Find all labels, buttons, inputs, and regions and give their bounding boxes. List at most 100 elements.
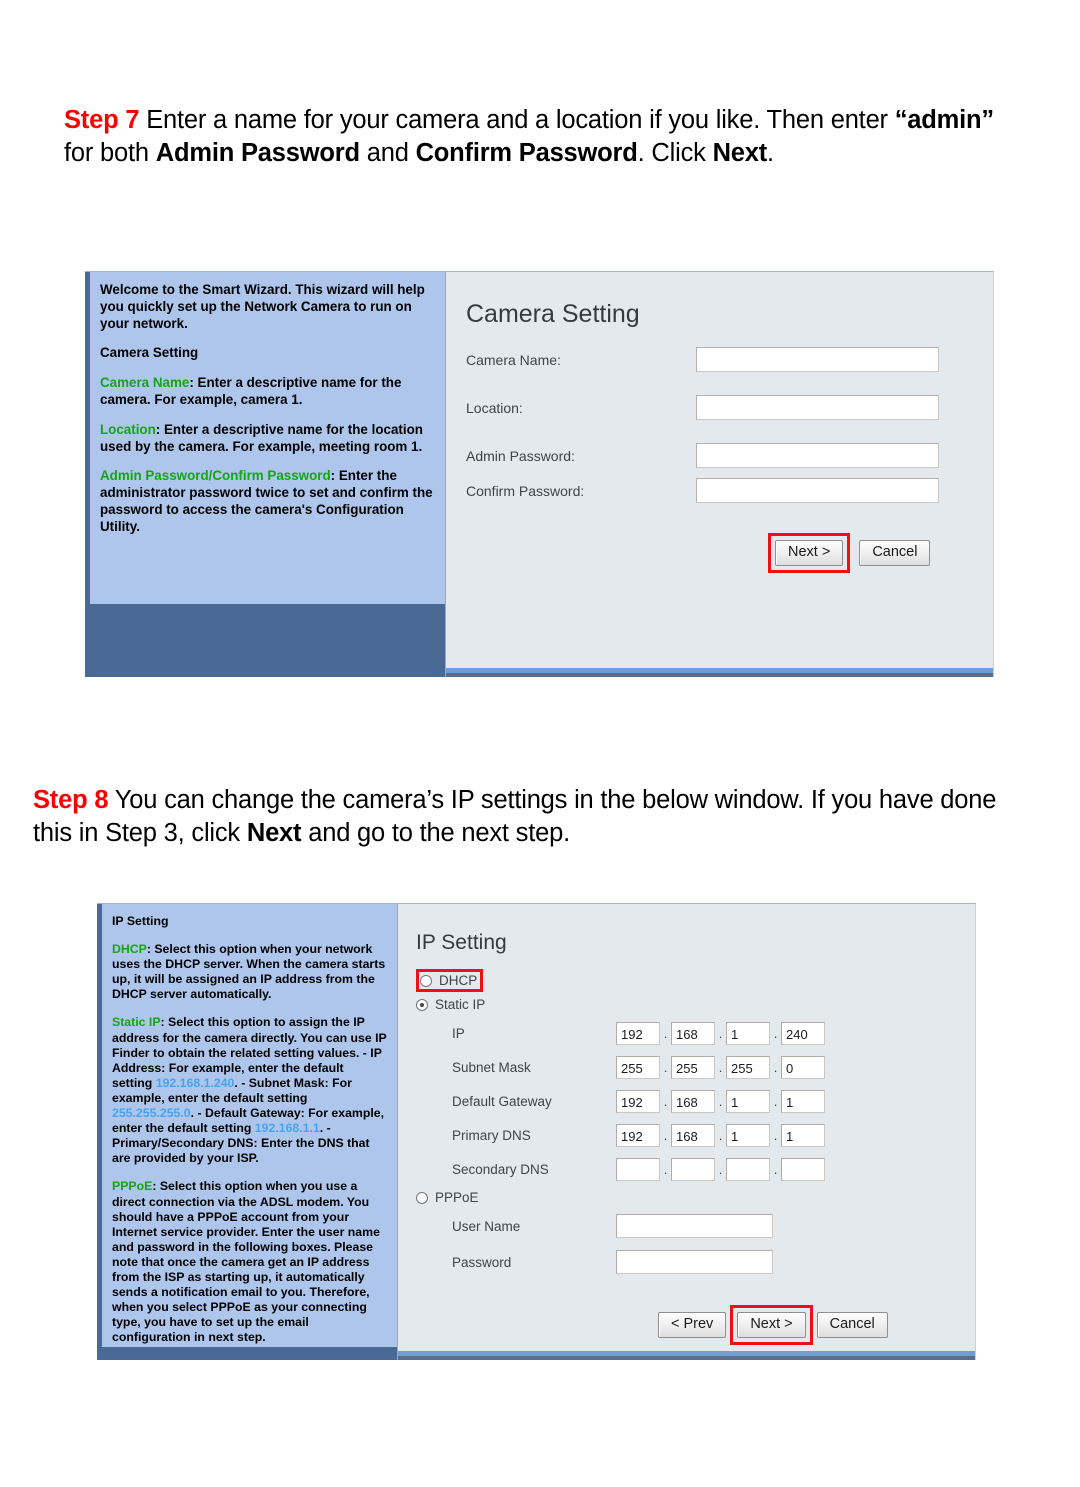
field-input[interactable] (696, 395, 939, 420)
ip-octet-group: 192. 168. 1. 240 (616, 1022, 825, 1045)
ip-octet-input[interactable]: 255 (616, 1056, 660, 1079)
ip-octet-separator: . (773, 1026, 778, 1041)
ip-octet-input[interactable]: 255 (671, 1056, 715, 1079)
ip-octet-input[interactable]: 1 (726, 1022, 770, 1045)
pppoe-field-row: Password (416, 1247, 975, 1277)
camera-setting-title: Camera Setting (466, 300, 640, 328)
ip-field-label: Subnet Mask (452, 1060, 531, 1075)
ip-octet-separator: . (663, 1094, 668, 1109)
ip-help-paragraph: DHCP: Select this option when your netwo… (112, 942, 386, 1002)
ip-octet-input[interactable]: 192 (616, 1022, 660, 1045)
camera-setting-field-row: Camera Name: (446, 347, 993, 372)
help-panel-bottom-band (90, 604, 445, 672)
static-ip-option-label[interactable]: Static IP (435, 997, 485, 1012)
ip-setting-title: IP Setting (416, 931, 507, 954)
pppoe-option-label[interactable]: PPPoE (435, 1190, 479, 1205)
ip-octet-input[interactable]: 240 (781, 1022, 825, 1045)
ip-octet-separator: . (773, 1060, 778, 1075)
camera-setting-help-text: Welcome to the Smart Wizard. This wizard… (100, 282, 435, 536)
ip-octet-input[interactable] (671, 1158, 715, 1181)
ip-octet-input[interactable]: 168 (671, 1124, 715, 1147)
ip-octet-input[interactable]: 168 (671, 1022, 715, 1045)
ip-octet-input[interactable] (726, 1158, 770, 1181)
ip-octet-separator: . (718, 1162, 723, 1177)
ip-octet-input[interactable]: 1 (781, 1090, 825, 1113)
field-label: Confirm Password: (466, 482, 585, 499)
ip-octet-separator: . (718, 1060, 723, 1075)
ip-field-row: Primary DNS 192. 168. 1. 1 (416, 1122, 975, 1149)
camera-setting-cancel-button[interactable]: Cancel (859, 540, 931, 566)
camera-help-paragraph: Admin Password/Confirm Password: Enter t… (100, 468, 433, 534)
ip-setting-content-panel: IP Setting DHCP Static IP IP 192. 168. 1. 24… (397, 904, 975, 1360)
static-ip-fields: IP 192. 168. 1. 240 Subnet Mask 255. 255. 255. 0 D… (416, 1020, 975, 1183)
field-input[interactable] (696, 478, 939, 503)
ip-field-label: Secondary DNS (452, 1162, 549, 1177)
step-7-instruction: Step 7 Enter a name for your camera and … (64, 106, 994, 167)
ip-octet-input[interactable]: 1 (781, 1124, 825, 1147)
wizard-footer-bar (398, 1351, 975, 1360)
field-label: Admin Password: (466, 447, 575, 464)
ip-octet-group: 192. 168. 1. 1 (616, 1124, 825, 1147)
ip-octet-group: 255. 255. 255. 0 (616, 1056, 825, 1079)
ip-octet-input[interactable] (616, 1158, 660, 1181)
pppoe-option-row[interactable]: PPPoE (416, 1190, 975, 1205)
ip-setting-prev-button[interactable]: < Prev (658, 1312, 727, 1338)
ip-octet-separator: . (663, 1162, 668, 1177)
ip-help-paragraph: IP Setting (112, 914, 169, 928)
ip-octet-group: ... (616, 1158, 825, 1181)
ip-octet-separator: . (663, 1128, 668, 1143)
wizard-footer-bar (446, 668, 993, 677)
ip-octet-separator: . (773, 1162, 778, 1177)
ip-field-row: Secondary DNS... (416, 1156, 975, 1183)
pppoe-field-input[interactable] (616, 1214, 773, 1238)
camera-setting-field-row: Location: (446, 395, 993, 420)
ip-setting-help-panel: IP Setting DHCP: Select this option when … (97, 904, 397, 1360)
camera-help-paragraph: Camera Setting (100, 345, 199, 361)
ip-setting-cancel-button[interactable]: Cancel (816, 1312, 888, 1338)
ip-field-label: IP (452, 1026, 465, 1041)
ip-field-row: Default Gateway 192. 168. 1. 1 (416, 1088, 975, 1115)
field-input[interactable] (696, 443, 939, 468)
ip-octet-separator: . (663, 1060, 668, 1075)
ip-octet-input[interactable]: 192 (616, 1124, 660, 1147)
field-label: Location: (466, 399, 523, 416)
dhcp-option-row: DHCP (416, 969, 975, 992)
pppoe-fields: User Name Password (416, 1211, 975, 1277)
ip-octet-input[interactable]: 1 (726, 1124, 770, 1147)
ip-octet-input[interactable]: 192 (616, 1090, 660, 1113)
ip-octet-input[interactable]: 255 (726, 1056, 770, 1079)
camera-setting-content-panel: Camera Setting Camera Name: Location: Admi… (445, 272, 993, 677)
dhcp-option-highlight: DHCP (416, 969, 484, 992)
ip-field-label: Primary DNS (452, 1128, 531, 1143)
ip-octet-input[interactable]: 0 (781, 1056, 825, 1079)
camera-setting-field-row: Admin Password: (446, 443, 993, 468)
field-label: Camera Name: (466, 351, 561, 368)
pppoe-field-label: User Name (452, 1218, 521, 1234)
field-input[interactable] (696, 347, 939, 372)
ip-octet-separator: . (773, 1128, 778, 1143)
ip-octet-input[interactable] (781, 1158, 825, 1181)
ip-field-label: Default Gateway (452, 1094, 552, 1109)
document-page: Step 7 Enter a name for your camera and … (0, 0, 1080, 1487)
camera-setting-help-panel: Welcome to the Smart Wizard. This wizard… (85, 272, 445, 677)
camera-setting-button-bar: Next > Cancel (768, 533, 993, 573)
ip-field-row: Subnet Mask 255. 255. 255. 0 (416, 1054, 975, 1081)
ip-setting-next-button[interactable]: Next > (737, 1312, 806, 1338)
ip-setting-button-bar: < Prev Next > Cancel (658, 1305, 975, 1345)
ip-octet-separator: . (663, 1026, 668, 1041)
dhcp-option-label[interactable]: DHCP (439, 973, 477, 988)
static-ip-option-row[interactable]: Static IP (416, 997, 975, 1012)
ip-field-row: IP 192. 168. 1. 240 (416, 1020, 975, 1047)
ip-octet-separator: . (718, 1026, 723, 1041)
static-ip-radio-icon[interactable] (416, 998, 428, 1011)
step8-label: Step 8 (33, 786, 109, 814)
pppoe-field-row: User Name (416, 1211, 975, 1241)
camera-setting-next-button[interactable]: Next > (775, 540, 844, 566)
pppoe-radio-icon[interactable] (416, 1191, 428, 1204)
pppoe-field-input[interactable] (616, 1250, 773, 1274)
ip-help-paragraph: PPPoE: Select this option when you use a… (112, 1179, 380, 1345)
ip-octet-input[interactable]: 1 (726, 1090, 770, 1113)
dhcp-radio-icon[interactable] (420, 974, 432, 987)
camera-setting-form: Camera Name: Location: Admin Password: Conf… (446, 347, 993, 503)
ip-octet-input[interactable]: 168 (671, 1090, 715, 1113)
